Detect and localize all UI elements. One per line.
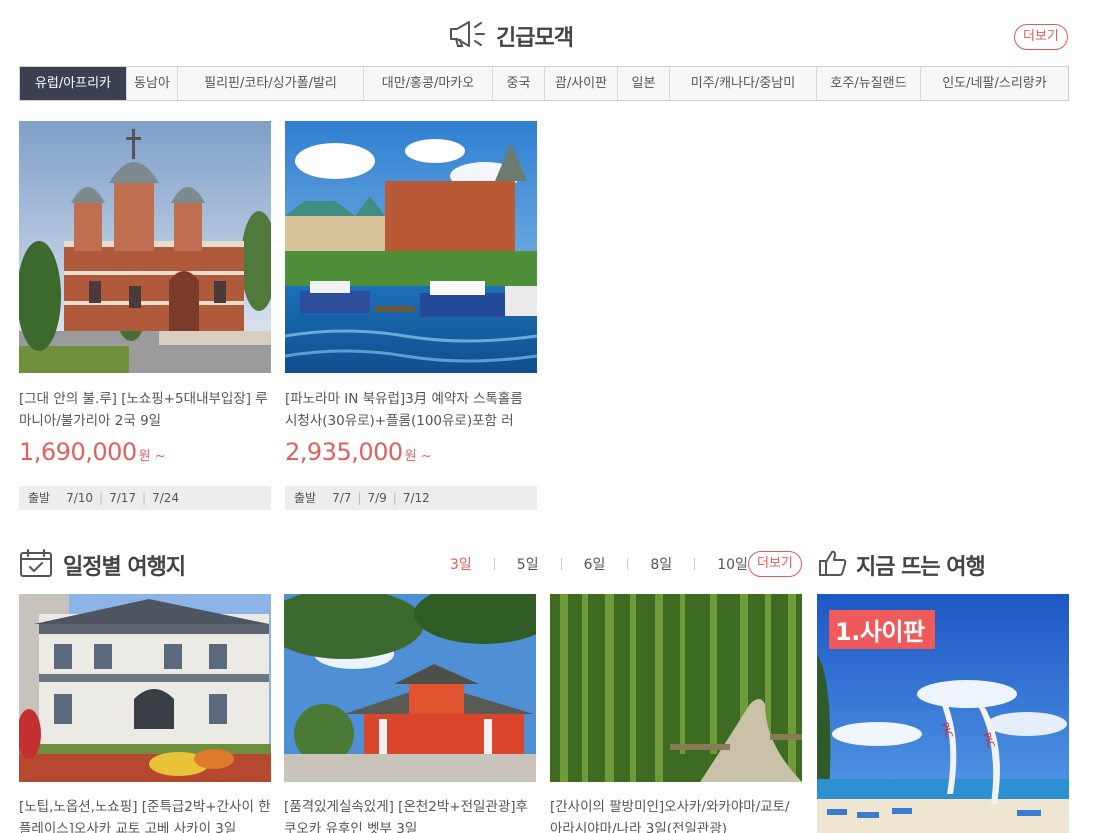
urgent-title: 긴급모객	[496, 26, 574, 51]
date-separator: |	[357, 491, 362, 505]
schedule-title: 일정별 여행지	[63, 555, 186, 580]
hot-rank-label: 1.사이판	[829, 610, 935, 649]
region-tabs: 유럽/아프리카 동남아 필리핀/코타/싱가폴/발리 대만/홍콩/마카오 중국 괌…	[19, 66, 1069, 101]
product-image-stockholm[interactable]	[285, 121, 537, 373]
tab-americas[interactable]: 미주/캐나다/중남미	[670, 67, 817, 100]
product-image-mansion[interactable]	[19, 594, 271, 782]
hot-title: 지금 뜨는 여행	[856, 555, 986, 580]
schedule-more-button[interactable]: 더보기	[748, 551, 802, 577]
schedule-card[interactable]: [품격있게실속있게] [온천2박+전일관광]후쿠오카 유후인 벳부 3일	[284, 594, 536, 833]
tab-oceania[interactable]: 호주/뉴질랜드	[817, 67, 921, 100]
departure-label: 출발	[28, 491, 51, 505]
day-tabs: 3일 5일 6일 8일 10일 이상	[440, 551, 778, 577]
departure-dates: 출발 7/7 | 7/9 | 7/12	[285, 486, 537, 510]
date-separator: |	[142, 491, 147, 505]
tab-japan[interactable]: 일본	[618, 67, 670, 100]
departure-date: 7/17	[109, 491, 137, 505]
day-tab-5[interactable]: 5일	[495, 554, 561, 574]
tab-europe-africa[interactable]: 유럽/아프리카	[20, 67, 127, 100]
tab-philippines[interactable]: 필리핀/코타/싱가폴/발리	[178, 67, 364, 100]
product-image-shrine[interactable]	[284, 594, 536, 782]
product-card[interactable]: [그대 안의 불.루] [노쇼핑+5대내부입장] 루마니아/불가리아 2국 9일…	[19, 121, 271, 510]
product-title[interactable]: [그대 안의 불.루] [노쇼핑+5대내부입장] 루마니아/불가리아 2국 9일	[19, 388, 271, 432]
departure-date: 7/24	[152, 491, 180, 505]
product-title[interactable]: [파노라마 IN 북유럽]3月 예약자 스톡홀름 시청사(30유로)+플롬(10…	[285, 388, 537, 432]
megaphone-icon	[448, 19, 488, 53]
departure-label: 출발	[294, 491, 317, 505]
product-title[interactable]: [간사이의 팔방미인]오사카/와카야마/교토/아라시야마/나라 3일(전일관광)	[550, 796, 802, 833]
schedule-card[interactable]: [간사이의 팔방미인]오사카/와카야마/교토/아라시야마/나라 3일(전일관광)	[550, 594, 802, 833]
departure-date: 7/7	[332, 491, 352, 505]
thumbs-up-icon	[818, 549, 848, 581]
price-value: 2,935,000	[285, 438, 403, 466]
hot-header: 지금 뜨는 여행	[818, 545, 986, 585]
hot-trip-card[interactable]: PIC PIC 1.사이판	[817, 594, 1069, 833]
tab-southeast-asia[interactable]: 동남아	[127, 67, 178, 100]
price-unit: 원 ~	[404, 449, 432, 464]
product-title[interactable]: [품격있게실속있게] [온천2박+전일관광]후쿠오카 유후인 벳부 3일	[284, 796, 536, 833]
schedule-card[interactable]: [노팁,노옵션,노쇼핑] [준특급2박+간사이 한플레이스]오사카 교토 고베 …	[19, 594, 271, 833]
departure-date: 7/12	[402, 491, 430, 505]
schedule-header: 일정별 여행지	[19, 545, 186, 585]
departure-date: 7/10	[66, 491, 94, 505]
day-tab-8[interactable]: 8일	[628, 554, 694, 574]
date-separator: |	[99, 491, 104, 505]
tab-guam-saipan[interactable]: 괌/사이판	[545, 67, 618, 100]
urgent-header: 긴급모객 더보기	[0, 16, 1109, 56]
day-tab-3[interactable]: 3일	[440, 554, 494, 574]
date-separator: |	[392, 491, 397, 505]
tab-india[interactable]: 인도/네팔/스리랑카	[921, 67, 1068, 100]
product-price: 1,690,000 원 ~	[19, 438, 271, 466]
product-price: 2,935,000 원 ~	[285, 438, 537, 466]
product-card[interactable]: [파노라마 IN 북유럽]3月 예약자 스톡홀름 시청사(30유로)+플롬(10…	[285, 121, 537, 510]
tab-taiwan[interactable]: 대만/홍콩/마카오	[364, 67, 493, 100]
departure-dates: 출발 7/10 | 7/17 | 7/24	[19, 486, 271, 510]
day-tab-6[interactable]: 6일	[562, 554, 628, 574]
price-value: 1,690,000	[19, 438, 137, 466]
price-unit: 원 ~	[138, 449, 166, 464]
tab-china[interactable]: 중국	[493, 67, 545, 100]
product-title[interactable]: [노팁,노옵션,노쇼핑] [준특급2박+간사이 한플레이스]오사카 교토 고베 …	[19, 796, 271, 833]
urgent-more-button[interactable]: 더보기	[1014, 24, 1068, 50]
product-image-church[interactable]	[19, 121, 271, 373]
product-image-bamboo[interactable]	[550, 594, 802, 782]
urgent-title-group: 긴급모객	[448, 18, 574, 54]
calendar-icon	[19, 548, 53, 582]
departure-date: 7/9	[367, 491, 387, 505]
